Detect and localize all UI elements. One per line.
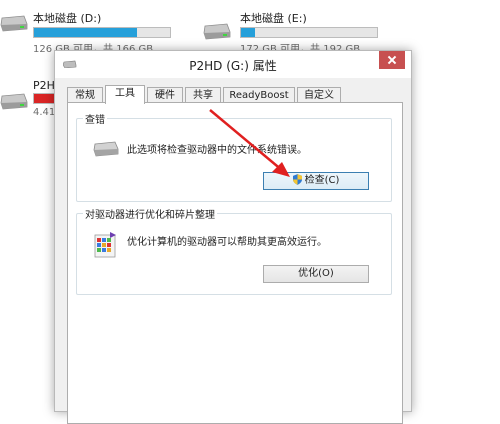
- drive-d-tile[interactable]: 本地磁盘 (D:) 126 GB 可用，共 166 GB: [0, 8, 171, 55]
- hard-drive-icon: [0, 15, 28, 32]
- error-check-title: 查错: [83, 111, 107, 126]
- drive-e-usage-bar: [240, 27, 378, 38]
- optimize-group: 对驱动器进行优化和碎片整理 优化计算机的驱动器可以帮助其更高效运行。 优化(O): [76, 206, 392, 295]
- title-bar[interactable]: P2HD (G:) 属性: [55, 51, 411, 78]
- optimize-button[interactable]: 优化(O): [263, 265, 369, 283]
- hard-drive-icon: [0, 93, 28, 110]
- tab-customize[interactable]: 自定义: [297, 87, 341, 103]
- tab-tools[interactable]: 工具: [105, 85, 145, 104]
- tab-hardware[interactable]: 硬件: [147, 87, 183, 103]
- drive-check-icon: [93, 141, 119, 157]
- drive-e-tile[interactable]: 本地磁盘 (E:) 172 GB 可用，共 192 GB: [203, 8, 378, 55]
- check-button-label: 检查(C): [304, 175, 340, 186]
- drive-g-tile[interactable]: P2HD 4.41: [0, 76, 63, 120]
- drive-g-free-space: 4.41: [33, 107, 56, 118]
- tab-general[interactable]: 常规: [67, 87, 103, 103]
- properties-dialog: P2HD (G:) 属性 常规 工具 硬件 共享 ReadyBoost 自定义 …: [54, 50, 412, 424]
- hard-drive-icon: [203, 23, 231, 40]
- optimize-description: 优化计算机的驱动器可以帮助其更高效运行。: [127, 237, 327, 248]
- error-check-group: 查错 此选项将检查驱动器中的文件系统错误。 检查(C): [76, 111, 392, 202]
- drive-e-name: 本地磁盘 (E:): [240, 12, 307, 25]
- tools-panel: 查错 此选项将检查驱动器中的文件系统错误。 检查(C) 对驱动器进行优化和碎片整…: [67, 102, 403, 424]
- close-button[interactable]: [379, 51, 405, 69]
- defragment-icon: [94, 232, 116, 258]
- tab-sharing[interactable]: 共享: [185, 87, 221, 103]
- drive-d-name: 本地磁盘 (D:): [33, 12, 102, 25]
- dialog-title: P2HD (G:) 属性: [189, 59, 277, 73]
- shield-icon: [292, 174, 302, 185]
- error-check-description: 此选项将检查驱动器中的文件系统错误。: [127, 145, 307, 156]
- check-button[interactable]: 检查(C): [263, 172, 369, 190]
- optimize-title: 对驱动器进行优化和碎片整理: [83, 206, 217, 221]
- tab-strip: 常规 工具 硬件 共享 ReadyBoost 自定义: [67, 85, 403, 104]
- drive-d-usage-bar: [33, 27, 171, 38]
- tab-readyboost[interactable]: ReadyBoost: [223, 87, 295, 103]
